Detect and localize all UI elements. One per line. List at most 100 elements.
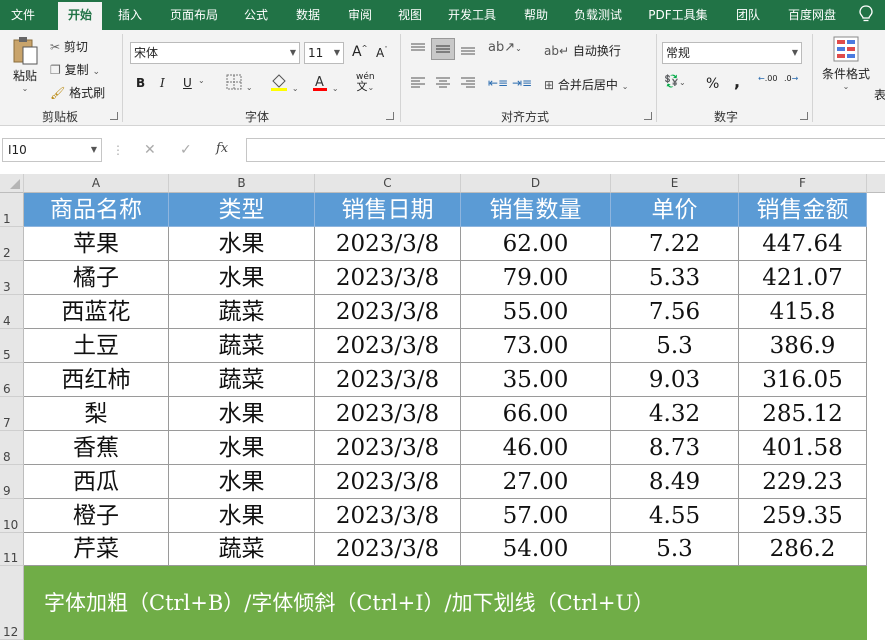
decrease-indent-button[interactable]: ⇤≡ xyxy=(488,76,508,90)
cell-quantity[interactable]: 54.00 xyxy=(461,533,611,566)
header-cell-unit-price[interactable]: 单价 xyxy=(611,193,739,227)
grow-font-button[interactable]: A^ xyxy=(352,44,367,60)
name-box[interactable]: I10 ▼ xyxy=(2,138,102,162)
tab-team[interactable]: 团队 xyxy=(726,0,770,30)
header-cell-quantity[interactable]: 销售数量 xyxy=(461,193,611,227)
cell-type[interactable]: 蔬菜 xyxy=(169,295,315,329)
lightbulb-icon[interactable] xyxy=(859,5,875,25)
cancel-icon[interactable]: ✕ xyxy=(144,142,156,158)
cell-sale-date[interactable]: 2023/3/8 xyxy=(315,363,461,397)
conditional-format-button[interactable]: 条件格式 ⌄ xyxy=(820,36,872,91)
cell-type[interactable]: 蔬菜 xyxy=(169,363,315,397)
cell-product-name[interactable]: 橘子 xyxy=(24,261,169,295)
row-header[interactable]: 9 xyxy=(0,465,24,499)
cell-product-name[interactable]: 苹果 xyxy=(24,227,169,261)
cell-product-name[interactable]: 芹菜 xyxy=(24,533,169,566)
format-painter-button[interactable]: 🖌 格式刷 xyxy=(50,84,105,101)
cell-product-name[interactable]: 西瓜 xyxy=(24,465,169,499)
cell-type[interactable]: 水果 xyxy=(169,499,315,533)
row-header[interactable]: 3 xyxy=(0,261,24,295)
cell-unit-price[interactable]: 8.73 xyxy=(611,431,739,465)
tab-file[interactable]: 文件 xyxy=(0,0,46,30)
underline-dropdown-chevron-icon[interactable]: ⌄ xyxy=(198,76,205,85)
phonetic-button[interactable]: wén 文⌄ xyxy=(356,72,375,93)
italic-button[interactable]: I xyxy=(160,76,165,90)
header-cell-sale-date[interactable]: 销售日期 xyxy=(315,193,461,227)
column-header-f[interactable]: F xyxy=(739,174,867,193)
merge-center-button[interactable]: ⊞ 合并后居中 ⌄ xyxy=(544,76,628,93)
cell-quantity[interactable]: 55.00 xyxy=(461,295,611,329)
bold-button[interactable]: B xyxy=(136,76,145,90)
cell-unit-price[interactable]: 9.03 xyxy=(611,363,739,397)
tab-formulas[interactable]: 公式 xyxy=(234,0,278,30)
cell-type[interactable]: 蔬菜 xyxy=(169,329,315,363)
comma-button[interactable]: , xyxy=(734,72,740,91)
tab-baidu-netdisk[interactable]: 百度网盘 xyxy=(780,0,844,30)
cell-amount[interactable]: 259.35 xyxy=(739,499,867,533)
row-header[interactable]: 5 xyxy=(0,329,24,363)
decrease-decimal-button[interactable]: .0→ xyxy=(784,74,798,83)
column-header-a[interactable]: A xyxy=(24,174,169,193)
column-header-c[interactable]: C xyxy=(315,174,461,193)
row-header[interactable]: 7 xyxy=(0,397,24,431)
cell-amount[interactable]: 229.23 xyxy=(739,465,867,499)
format-as-table-button[interactable]: 表 xyxy=(874,86,885,103)
cell-sale-date[interactable]: 2023/3/8 xyxy=(315,499,461,533)
header-cell-amount[interactable]: 销售金额 xyxy=(739,193,867,227)
orientation-button[interactable]: ab↗⌄ xyxy=(488,40,522,55)
tab-page-layout[interactable]: 页面布局 xyxy=(162,0,226,30)
cell-quantity[interactable]: 46.00 xyxy=(461,431,611,465)
enter-icon[interactable]: ✓ xyxy=(180,142,192,158)
tab-data[interactable]: 数据 xyxy=(286,0,330,30)
align-left-button[interactable] xyxy=(410,76,426,93)
tab-pdf-tools[interactable]: PDF工具集 xyxy=(640,0,716,30)
row-header[interactable]: 8 xyxy=(0,431,24,465)
column-header-g[interactable] xyxy=(867,174,885,193)
cell-quantity[interactable]: 27.00 xyxy=(461,465,611,499)
cell-quantity[interactable]: 62.00 xyxy=(461,227,611,261)
cell-amount[interactable]: 316.05 xyxy=(739,363,867,397)
cell-product-name[interactable]: 土豆 xyxy=(24,329,169,363)
cell-amount[interactable]: 285.12 xyxy=(739,397,867,431)
number-format-combo[interactable]: 常规 ▼ xyxy=(662,42,802,64)
column-header-d[interactable]: D xyxy=(461,174,611,193)
header-cell-type[interactable]: 类型 xyxy=(169,193,315,227)
header-cell-product-name[interactable]: 商品名称 xyxy=(24,193,169,227)
cell-unit-price[interactable]: 4.32 xyxy=(611,397,739,431)
increase-indent-button[interactable]: ⇥≡ xyxy=(512,76,532,90)
formula-input[interactable] xyxy=(246,138,885,162)
cell-type[interactable]: 水果 xyxy=(169,397,315,431)
column-header-b[interactable]: B xyxy=(169,174,315,193)
clipboard-launcher-icon[interactable] xyxy=(110,112,118,120)
cell-sale-date[interactable]: 2023/3/8 xyxy=(315,431,461,465)
cell-amount[interactable]: 401.58 xyxy=(739,431,867,465)
cell-sale-date[interactable]: 2023/3/8 xyxy=(315,397,461,431)
underline-button[interactable]: U xyxy=(183,76,192,90)
align-bottom-button[interactable] xyxy=(460,42,476,59)
cell-sale-date[interactable]: 2023/3/8 xyxy=(315,533,461,566)
cell-product-name[interactable]: 西蓝花 xyxy=(24,295,169,329)
select-all-corner[interactable] xyxy=(0,174,24,193)
cell-sale-date[interactable]: 2023/3/8 xyxy=(315,227,461,261)
tab-load-test[interactable]: 负载测试 xyxy=(566,0,630,30)
tab-view[interactable]: 视图 xyxy=(388,0,432,30)
fill-color-button[interactable]: ⌄ xyxy=(270,73,299,94)
cell-type[interactable]: 蔬菜 xyxy=(169,533,315,566)
border-button[interactable]: ⌄ xyxy=(226,74,253,93)
tab-insert[interactable]: 插入 xyxy=(108,0,152,30)
cell-amount[interactable]: 386.9 xyxy=(739,329,867,363)
cell-sale-date[interactable]: 2023/3/8 xyxy=(315,329,461,363)
align-middle-button[interactable] xyxy=(431,38,455,60)
alignment-launcher-icon[interactable] xyxy=(644,112,652,120)
cell-amount[interactable]: 415.8 xyxy=(739,295,867,329)
cell-unit-price[interactable]: 5.3 xyxy=(611,329,739,363)
wrap-text-button[interactable]: ab↵ 自动换行 xyxy=(544,42,621,59)
copy-button[interactable]: ❐ 复制 ⌄ xyxy=(50,61,100,78)
cell-amount[interactable]: 286.2 xyxy=(739,533,867,566)
number-launcher-icon[interactable] xyxy=(800,112,808,120)
font-size-combo[interactable]: 11 ▼ xyxy=(304,42,344,64)
cell-type[interactable]: 水果 xyxy=(169,465,315,499)
tab-home[interactable]: 开始 xyxy=(58,2,102,30)
row-header[interactable]: 10 xyxy=(0,499,24,533)
cell-product-name[interactable]: 梨 xyxy=(24,397,169,431)
